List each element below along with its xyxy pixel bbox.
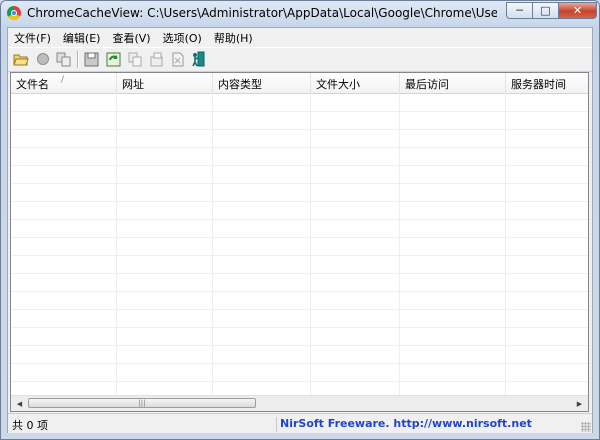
minimize-icon: ─	[516, 4, 523, 17]
stop-icon	[37, 53, 49, 65]
sort-indicator-icon: /	[61, 75, 65, 85]
title-bar[interactable]: ChromeCacheView: C:\Users\Administrator\…	[1, 1, 599, 27]
copy-files-button[interactable]	[55, 50, 73, 68]
chevron-left-icon: ◀	[16, 399, 23, 408]
app-window: ChromeCacheView: C:\Users\Administrator\…	[0, 0, 600, 440]
scroll-right-button[interactable]: ▶	[572, 396, 587, 411]
minimize-button[interactable]: ─	[506, 2, 532, 19]
html-report-button[interactable]	[168, 50, 186, 68]
horizontal-scrollbar[interactable]: ◀ ||| ▶	[11, 395, 588, 411]
exit-icon	[192, 51, 205, 67]
open-folder-icon	[13, 54, 29, 66]
column-header-url[interactable]: 网址	[117, 73, 213, 93]
menu-options[interactable]: 选项(O)	[157, 28, 208, 46]
resize-grip-icon[interactable]	[581, 422, 591, 432]
column-header-file-size[interactable]: 文件大小	[311, 73, 400, 93]
column-header-server-time[interactable]: 服务器时间	[506, 73, 588, 93]
client-area: 文件(F) 编辑(E) 查看(V) 选项(O) 帮助(H) 文件名 / 网址 内…	[7, 27, 593, 433]
toolbar	[8, 47, 592, 72]
menu-bar: 文件(F) 编辑(E) 查看(V) 选项(O) 帮助(H)	[8, 28, 592, 46]
column-header-filename[interactable]: 文件名 /	[11, 73, 117, 93]
list-header: 文件名 / 网址 内容类型 文件大小 最后访问 服务器时间	[11, 73, 588, 94]
refresh-button[interactable]	[104, 50, 122, 68]
refresh-icon	[106, 52, 120, 66]
column-header-last-accessed[interactable]: 最后访问	[400, 73, 506, 93]
save-icon	[84, 52, 98, 66]
properties-icon	[150, 52, 162, 66]
scrollbar-thumb[interactable]: |||	[28, 398, 256, 408]
copy-files-icon	[56, 52, 71, 66]
window-title: ChromeCacheView: C:\Users\Administrator\…	[27, 6, 497, 20]
item-count: 共 0 项	[10, 417, 277, 432]
maximize-button[interactable]: □	[532, 2, 558, 19]
menu-view[interactable]: 查看(V)	[106, 28, 156, 46]
maximize-icon: □	[540, 4, 551, 17]
menu-edit[interactable]: 编辑(E)	[57, 28, 107, 46]
html-report-icon	[172, 52, 183, 66]
cache-list[interactable]: 文件名 / 网址 内容类型 文件大小 最后访问 服务器时间 ◀ ||| ▶	[10, 72, 589, 412]
copy-button[interactable]	[126, 50, 144, 68]
copy-icon	[128, 52, 141, 66]
menu-file[interactable]: 文件(F)	[8, 28, 57, 46]
nirsoft-link[interactable]: NirSoft Freeware. http://www.nirsoft.net	[280, 417, 532, 430]
chevron-right-icon: ▶	[576, 399, 583, 408]
open-folder-button[interactable]	[12, 50, 30, 68]
chrome-cache-icon	[7, 6, 21, 20]
column-header-content-type[interactable]: 内容类型	[213, 73, 311, 93]
menu-help[interactable]: 帮助(H)	[208, 28, 259, 46]
close-button[interactable]: ✕	[558, 2, 597, 19]
properties-button[interactable]	[147, 50, 165, 68]
thumb-grip-icon: |||	[138, 399, 146, 407]
save-button[interactable]	[82, 50, 100, 68]
status-bar: 共 0 项 NirSoft Freeware. http://www.nirso…	[8, 413, 592, 433]
exit-button[interactable]	[189, 50, 207, 68]
scroll-left-button[interactable]: ◀	[12, 396, 27, 411]
stop-button[interactable]	[34, 50, 52, 68]
close-icon: ✕	[572, 4, 583, 17]
